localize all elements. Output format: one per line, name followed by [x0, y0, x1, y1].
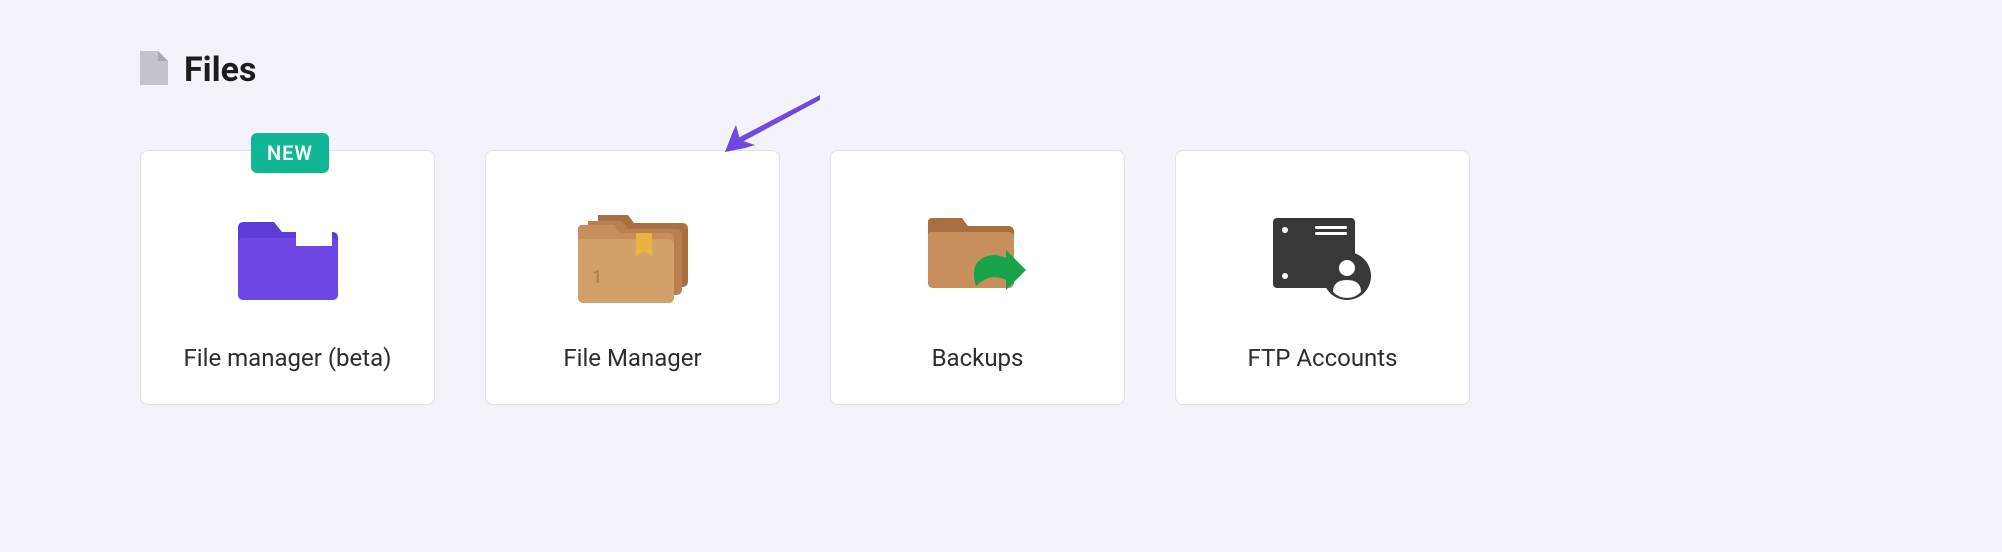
card-file-manager[interactable]: 1 File Manager [485, 150, 780, 405]
card-label: FTP Accounts [1247, 344, 1397, 372]
card-file-manager-beta[interactable]: NEW File manager (beta) [140, 150, 435, 405]
cards-row: NEW File manager (beta) 1 File Manager [140, 150, 1862, 405]
folder-backup-icon [928, 204, 1028, 314]
card-label: File Manager [563, 344, 701, 372]
section-header: Files [140, 50, 1862, 90]
card-label: File manager (beta) [184, 344, 392, 372]
section-title: Files [184, 50, 256, 90]
folder-brown-icon: 1 [578, 204, 688, 314]
card-label: Backups [932, 344, 1024, 372]
file-icon [140, 51, 168, 89]
folder-purple-icon [238, 204, 338, 314]
server-user-icon [1273, 204, 1373, 314]
card-backups[interactable]: Backups [830, 150, 1125, 405]
new-badge: NEW [251, 133, 329, 173]
card-ftp-accounts[interactable]: FTP Accounts [1175, 150, 1470, 405]
svg-text:1: 1 [592, 267, 602, 288]
